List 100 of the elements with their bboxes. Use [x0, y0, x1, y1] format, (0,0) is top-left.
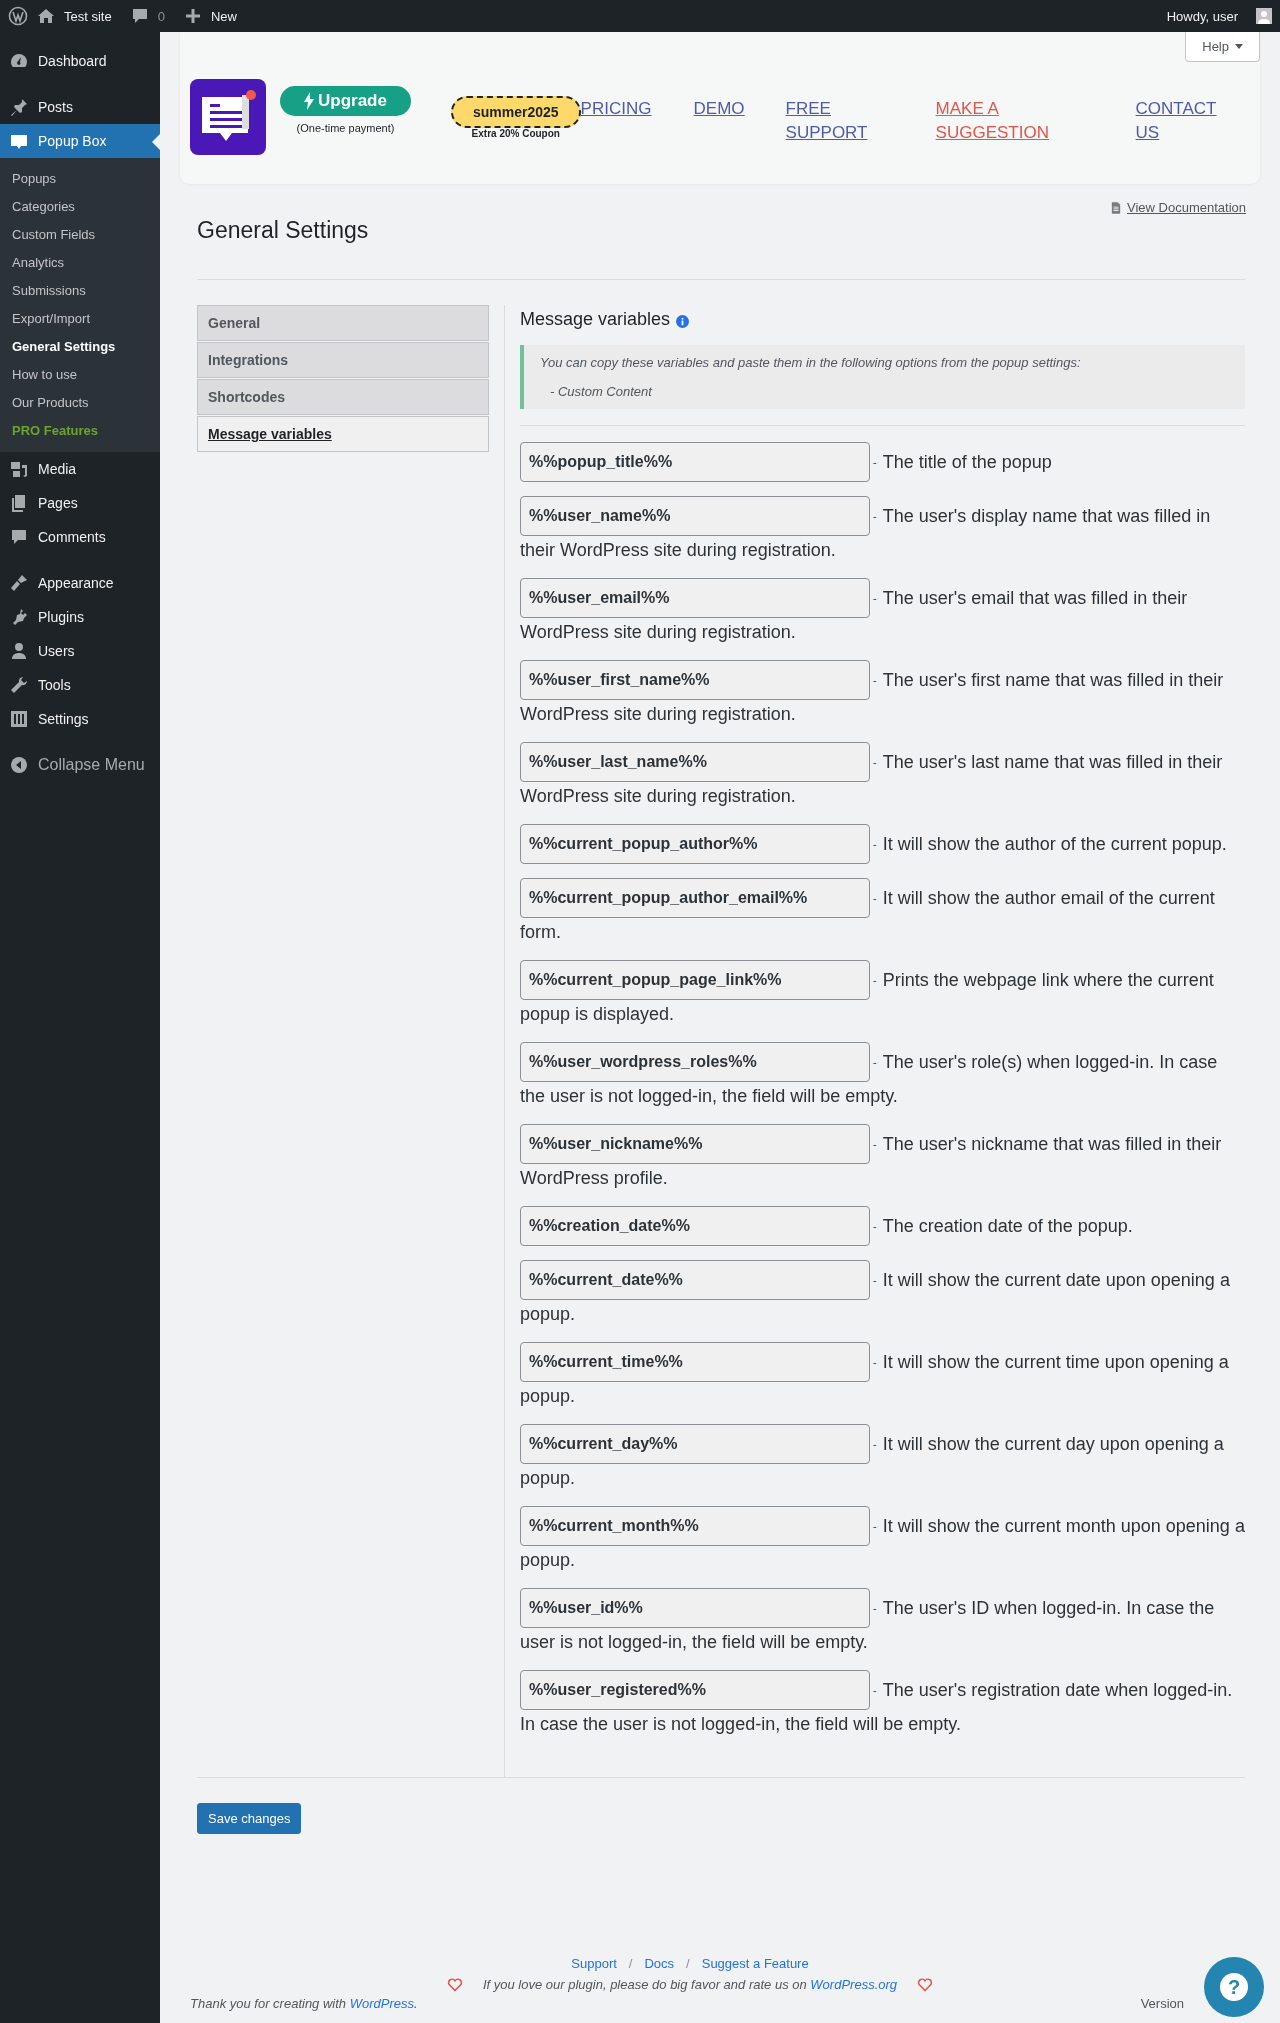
- variable-field[interactable]: %%creation_date%%: [520, 1206, 870, 1246]
- submenu-item[interactable]: Our Products: [0, 389, 160, 417]
- coupon-code: summer2025: [450, 95, 581, 128]
- menu-item[interactable]: Posts: [0, 90, 160, 124]
- menu-item[interactable]: Dashboard: [0, 44, 160, 78]
- help-button[interactable]: Help: [1185, 32, 1260, 62]
- settings-tab[interactable]: Shortcodes: [197, 379, 489, 415]
- caret-icon: [1235, 44, 1243, 49]
- variable-description: user is not logged-in, the field will be empty.: [520, 1632, 868, 1652]
- footer-link[interactable]: Support: [571, 1956, 617, 1971]
- submenu-item[interactable]: PRO Features: [0, 417, 160, 445]
- submenu-item[interactable]: Export/Import: [0, 305, 160, 333]
- variable-description: popup.: [520, 1550, 576, 1570]
- variable-field[interactable]: %%user_registered%%: [520, 1670, 870, 1710]
- variable-description: popup is displayed.: [520, 1004, 675, 1024]
- submenu-item[interactable]: Analytics: [0, 249, 160, 277]
- variable-field[interactable]: %%user_last_name%%: [520, 742, 870, 782]
- variable-description: their WordPress site during registration.: [520, 540, 836, 560]
- note-text: You can copy these variables and paste them in the following options from the popup settings:: [540, 355, 1082, 370]
- menu-item[interactable]: Settings: [0, 702, 160, 736]
- greeting-link[interactable]: Howdy, user: [1166, 8, 1238, 24]
- variable-description: It will show the author of the current popup.: [882, 833, 1227, 855]
- menu-item[interactable]: Appearance: [0, 566, 160, 600]
- variable-description: The user's last name that was filled in their: [882, 751, 1223, 773]
- header-link[interactable]: CONTACT US: [1135, 97, 1226, 145]
- pin-icon: [9, 97, 29, 117]
- avatar-icon: [1256, 8, 1272, 24]
- header-link[interactable]: MAKE A SUGGESTION: [935, 97, 1046, 145]
- settings-tab[interactable]: Integrations: [197, 342, 489, 378]
- settings-tab[interactable]: Message variables: [197, 416, 489, 452]
- variable-description: popup.: [520, 1386, 576, 1406]
- menu-item[interactable]: Popup Box: [0, 124, 160, 158]
- menu-item[interactable]: Plugins: [0, 600, 160, 634]
- new-link[interactable]: New: [210, 8, 237, 24]
- comment-count[interactable]: 0: [157, 8, 165, 24]
- upgrade-note: (One-time payment): [296, 122, 395, 134]
- submenu-item[interactable]: Categories: [0, 193, 160, 221]
- header-link[interactable]: FREE SUPPORT: [785, 97, 886, 145]
- variable-description: popup.: [520, 1304, 576, 1324]
- dash: -: [873, 1274, 877, 1286]
- variable-field[interactable]: %%current_day%%: [520, 1424, 870, 1464]
- variable-description: The user's role(s) when logged-in. In case: [882, 1051, 1218, 1073]
- header-link[interactable]: DEMO: [693, 97, 786, 121]
- header-link[interactable]: PRICING: [580, 97, 694, 121]
- settings-tab[interactable]: General: [197, 305, 489, 341]
- note-item: - Custom Content: [549, 384, 654, 399]
- rate-text: If you love our plugin, please do big favor and rate us on WordPress.org: [482, 1977, 898, 1992]
- submenu-item[interactable]: How to use: [0, 361, 160, 389]
- heart-icon: [446, 1977, 463, 1992]
- dash: -: [873, 1520, 877, 1532]
- version-text: Version: [1140, 1996, 1184, 2011]
- menu-item[interactable]: Users: [0, 634, 160, 668]
- site-link[interactable]: Test site: [64, 8, 112, 24]
- dash: -: [873, 1056, 877, 1068]
- save-changes-button[interactable]: Save changes: [197, 1803, 302, 1834]
- variable-field[interactable]: %%current_date%%: [520, 1260, 870, 1300]
- popup-logo-icon: [190, 79, 266, 155]
- menu-item[interactable]: Pages: [0, 486, 160, 520]
- wordpress-org-link[interactable]: WordPress.org: [810, 1977, 898, 1992]
- variable-field[interactable]: %%user_first_name%%: [520, 660, 870, 700]
- wordpress-link[interactable]: WordPress: [349, 1996, 414, 2011]
- submenu-item[interactable]: General Settings: [0, 333, 160, 361]
- variable-description: Prints the webpage link where the current: [882, 969, 1214, 991]
- menu-item[interactable]: Media: [0, 452, 160, 486]
- coupon-note: Extra 20% Coupon: [471, 127, 560, 139]
- variable-field[interactable]: %%current_time%%: [520, 1342, 870, 1382]
- section-title: Message variables: [520, 309, 671, 330]
- submenu-item[interactable]: Submissions: [0, 277, 160, 305]
- variable-field[interactable]: %%current_popup_page_link%%: [520, 960, 870, 1000]
- variable-description: form.: [520, 922, 561, 942]
- variable-description: It will show the current month upon opening a: [882, 1515, 1245, 1537]
- footer-link[interactable]: Suggest a Feature: [701, 1956, 809, 1971]
- separator: /: [628, 1956, 633, 1971]
- submenu-item[interactable]: Popups: [0, 165, 160, 193]
- variable-field[interactable]: %%user_email%%: [520, 578, 870, 618]
- variable-field[interactable]: %%current_popup_author%%: [520, 824, 870, 864]
- variable-field[interactable]: %%popup_title%%: [520, 442, 870, 482]
- variable-field[interactable]: %%user_name%%: [520, 496, 870, 536]
- variable-field[interactable]: %%current_popup_author_email%%: [520, 878, 870, 918]
- view-documentation-link[interactable]: View Documentation: [1127, 200, 1246, 215]
- footer-link[interactable]: Docs: [644, 1956, 675, 1971]
- media-icon: [9, 459, 29, 479]
- submenu-item[interactable]: Custom Fields: [0, 221, 160, 249]
- dash: -: [873, 1438, 877, 1450]
- collapse-menu-button[interactable]: Collapse Menu: [0, 748, 160, 782]
- variable-field[interactable]: %%user_wordpress_roles%%: [520, 1042, 870, 1082]
- variable-field[interactable]: %%user_nickname%%: [520, 1124, 870, 1164]
- wrench-icon: [9, 675, 29, 695]
- dash: -: [873, 456, 877, 468]
- dash: -: [873, 674, 877, 686]
- variable-description: The user's email that was filled in their: [882, 587, 1188, 609]
- variable-field[interactable]: %%current_month%%: [520, 1506, 870, 1546]
- menu-item[interactable]: Comments: [0, 520, 160, 554]
- info-icon[interactable]: [676, 315, 690, 328]
- help-bubble-button[interactable]: ?: [1204, 1957, 1264, 2017]
- wordpress-logo-icon[interactable]: [8, 6, 28, 26]
- variable-field[interactable]: %%user_id%%: [520, 1588, 870, 1628]
- dash: -: [873, 592, 877, 604]
- variable-description: The user's display name that was filled in: [882, 505, 1211, 527]
- menu-item[interactable]: Tools: [0, 668, 160, 702]
